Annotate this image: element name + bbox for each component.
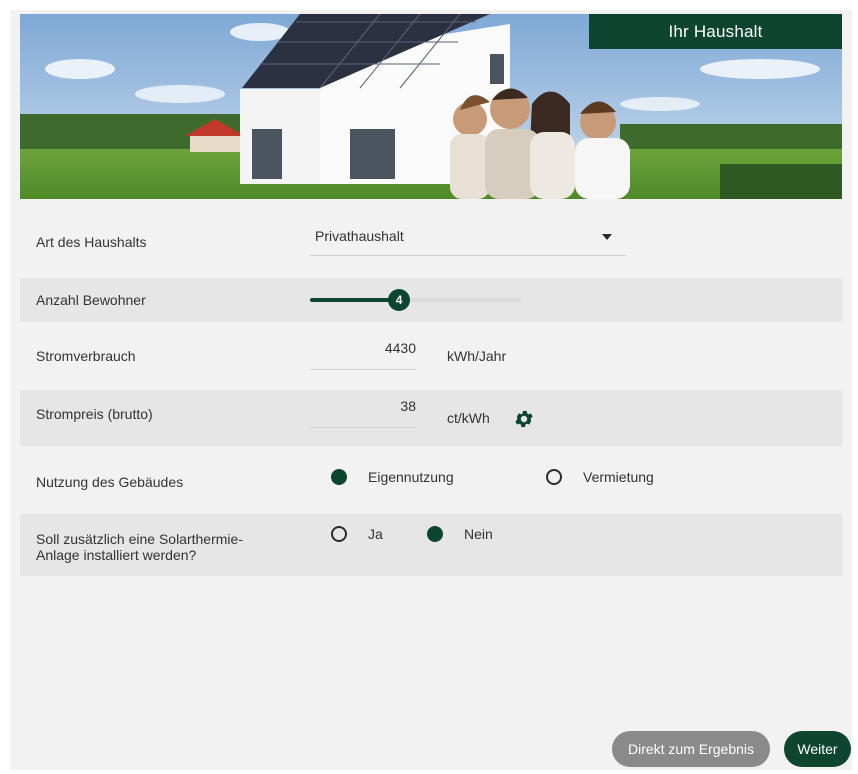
- price-input[interactable]: 38: [310, 398, 416, 428]
- row-solar-thermal: Soll zusätzlich eine Solarthermie- Anlag…: [20, 514, 842, 576]
- price-unit: ct/kWh: [447, 410, 490, 426]
- solar-thermal-option-label: Nein: [464, 526, 493, 542]
- household-type-value: Privathaushalt: [315, 228, 404, 244]
- radio-checked-icon[interactable]: [427, 526, 443, 542]
- hero-banner: Ihr Haushalt: [20, 14, 842, 199]
- solar-thermal-label-line1: Soll zusätzlich eine Solarthermie-: [36, 531, 243, 547]
- next-button[interactable]: Weiter: [784, 731, 851, 767]
- caret-down-icon: [602, 234, 612, 240]
- usage-option-label: Eigennutzung: [368, 469, 454, 485]
- row-usage: Nutzung des Gebäudes Eigennutzung Vermie…: [20, 456, 842, 506]
- solar-thermal-option-ja[interactable]: Ja: [331, 526, 383, 542]
- consumption-label: Stromverbrauch: [36, 348, 136, 364]
- row-price: Strompreis (brutto) 38 ct/kWh: [20, 390, 842, 446]
- row-consumption: Stromverbrauch 4430 kWh/Jahr: [20, 332, 842, 382]
- row-household-type: Art des Haushalts Privathaushalt: [20, 218, 842, 266]
- row-residents: Anzahl Bewohner 4: [20, 278, 842, 322]
- solar-thermal-label: Soll zusätzlich eine Solarthermie- Anlag…: [36, 531, 243, 563]
- residents-slider-handle[interactable]: 4: [388, 289, 411, 311]
- residents-slider[interactable]: 4: [310, 289, 522, 311]
- solar-thermal-label-line2: Anlage installiert werden?: [36, 547, 197, 563]
- solar-thermal-option-label: Ja: [368, 526, 383, 542]
- consumption-unit: kWh/Jahr: [447, 348, 507, 364]
- usage-option-eigennutzung[interactable]: Eigennutzung: [331, 469, 454, 485]
- price-label: Strompreis (brutto): [36, 406, 153, 422]
- usage-option-vermietung[interactable]: Vermietung: [546, 469, 654, 485]
- hero-title: Ihr Haushalt: [589, 14, 842, 49]
- household-type-select[interactable]: Privathaushalt: [310, 226, 626, 256]
- gear-icon[interactable]: [513, 408, 535, 430]
- household-type-label: Art des Haushalts: [36, 234, 147, 250]
- direct-to-result-button[interactable]: Direkt zum Ergebnis: [612, 731, 770, 767]
- radio-checked-icon[interactable]: [331, 469, 347, 485]
- consumption-input[interactable]: 4430: [310, 340, 416, 370]
- radio-unchecked-icon[interactable]: [331, 526, 347, 542]
- usage-label: Nutzung des Gebäudes: [36, 474, 184, 490]
- residents-slider-fill: [310, 298, 400, 302]
- usage-option-label: Vermietung: [583, 469, 654, 485]
- residents-label: Anzahl Bewohner: [36, 292, 146, 308]
- solar-thermal-option-nein[interactable]: Nein: [427, 526, 493, 542]
- radio-unchecked-icon[interactable]: [546, 469, 562, 485]
